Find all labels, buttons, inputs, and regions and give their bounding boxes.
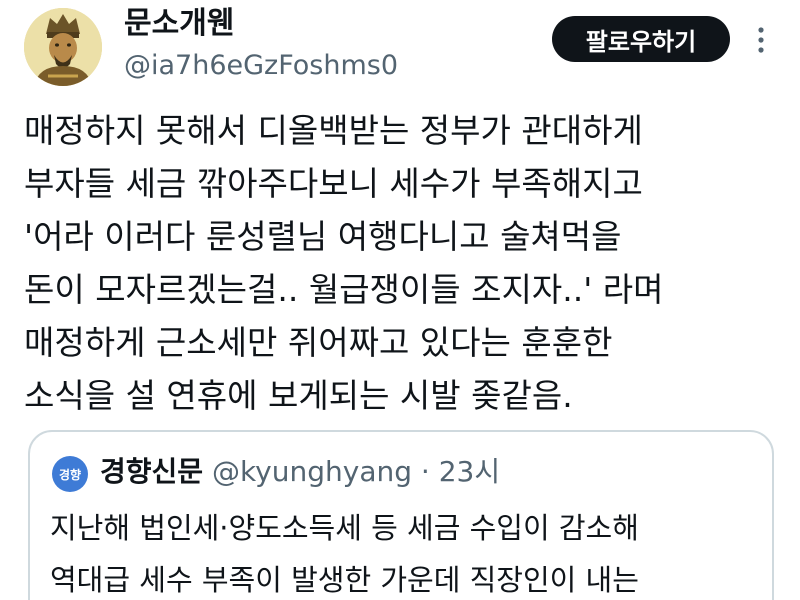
tweet-text-line: '어라 이러다 룬성렬님 여행다니고 술쳐먹을 — [24, 217, 622, 256]
quoted-tweet-header: 경향신문 @kyunghyang · 23시 — [100, 450, 500, 494]
quoted-tweet-card[interactable]: 경향 경향신문 @kyunghyang · 23시 지난해 법인세·양도소득세 … — [28, 430, 774, 600]
user-handle[interactable]: @ia7h6eGzFoshms0 — [124, 48, 398, 84]
avatar[interactable] — [24, 8, 102, 86]
tweet-view: 문소개웬 @ia7h6eGzFoshms0 팔로우하기 매정하지 못해서 디올백… — [0, 0, 800, 600]
quoted-text-line: 역대급 세수 부족이 발생한 가운데 직장인이 내는 — [50, 563, 639, 597]
more-options-button[interactable] — [746, 20, 776, 60]
quoted-separator: · — [420, 455, 430, 488]
tweet-text: 매정하지 못해서 디올백받는 정부가 관대하게 부자들 세금 깎아주다보니 세수… — [24, 104, 784, 422]
tweet-text-line: 돈이 모자르겠는걸.. 월급쟁이들 조지자..' 라며 — [24, 270, 664, 309]
tweet-text-line: 매정하게 근소세만 쥐어짜고 있다는 훈훈한 — [24, 323, 613, 362]
quoted-display-name[interactable]: 경향신문 — [100, 455, 203, 488]
tweet-header: 문소개웬 @ia7h6eGzFoshms0 팔로우하기 — [0, 0, 800, 100]
tweet-text-line: 소식을 설 연휴에 보게되는 시발 좆같음. — [24, 376, 573, 415]
quoted-tweet-text: 지난해 법인세·양도소득세 등 세금 수입이 감소해 역대급 세수 부족이 발생… — [50, 502, 760, 600]
quoted-timestamp[interactable]: 23시 — [439, 455, 500, 488]
quoted-handle[interactable]: @kyunghyang — [212, 455, 412, 488]
avatar-portrait — [24, 8, 102, 86]
follow-button[interactable]: 팔로우하기 — [552, 16, 730, 62]
quoted-avatar[interactable]: 경향 — [52, 456, 88, 492]
more-vertical-icon — [758, 27, 764, 53]
quoted-text-line: 지난해 법인세·양도소득세 등 세금 수입이 감소해 — [50, 511, 639, 545]
tweet-text-line: 매정하지 못해서 디올백받는 정부가 관대하게 — [24, 111, 643, 150]
display-name[interactable]: 문소개웬 — [124, 2, 234, 46]
tweet-text-line: 부자들 세금 깎아주다보니 세수가 부족해지고 — [24, 164, 643, 203]
